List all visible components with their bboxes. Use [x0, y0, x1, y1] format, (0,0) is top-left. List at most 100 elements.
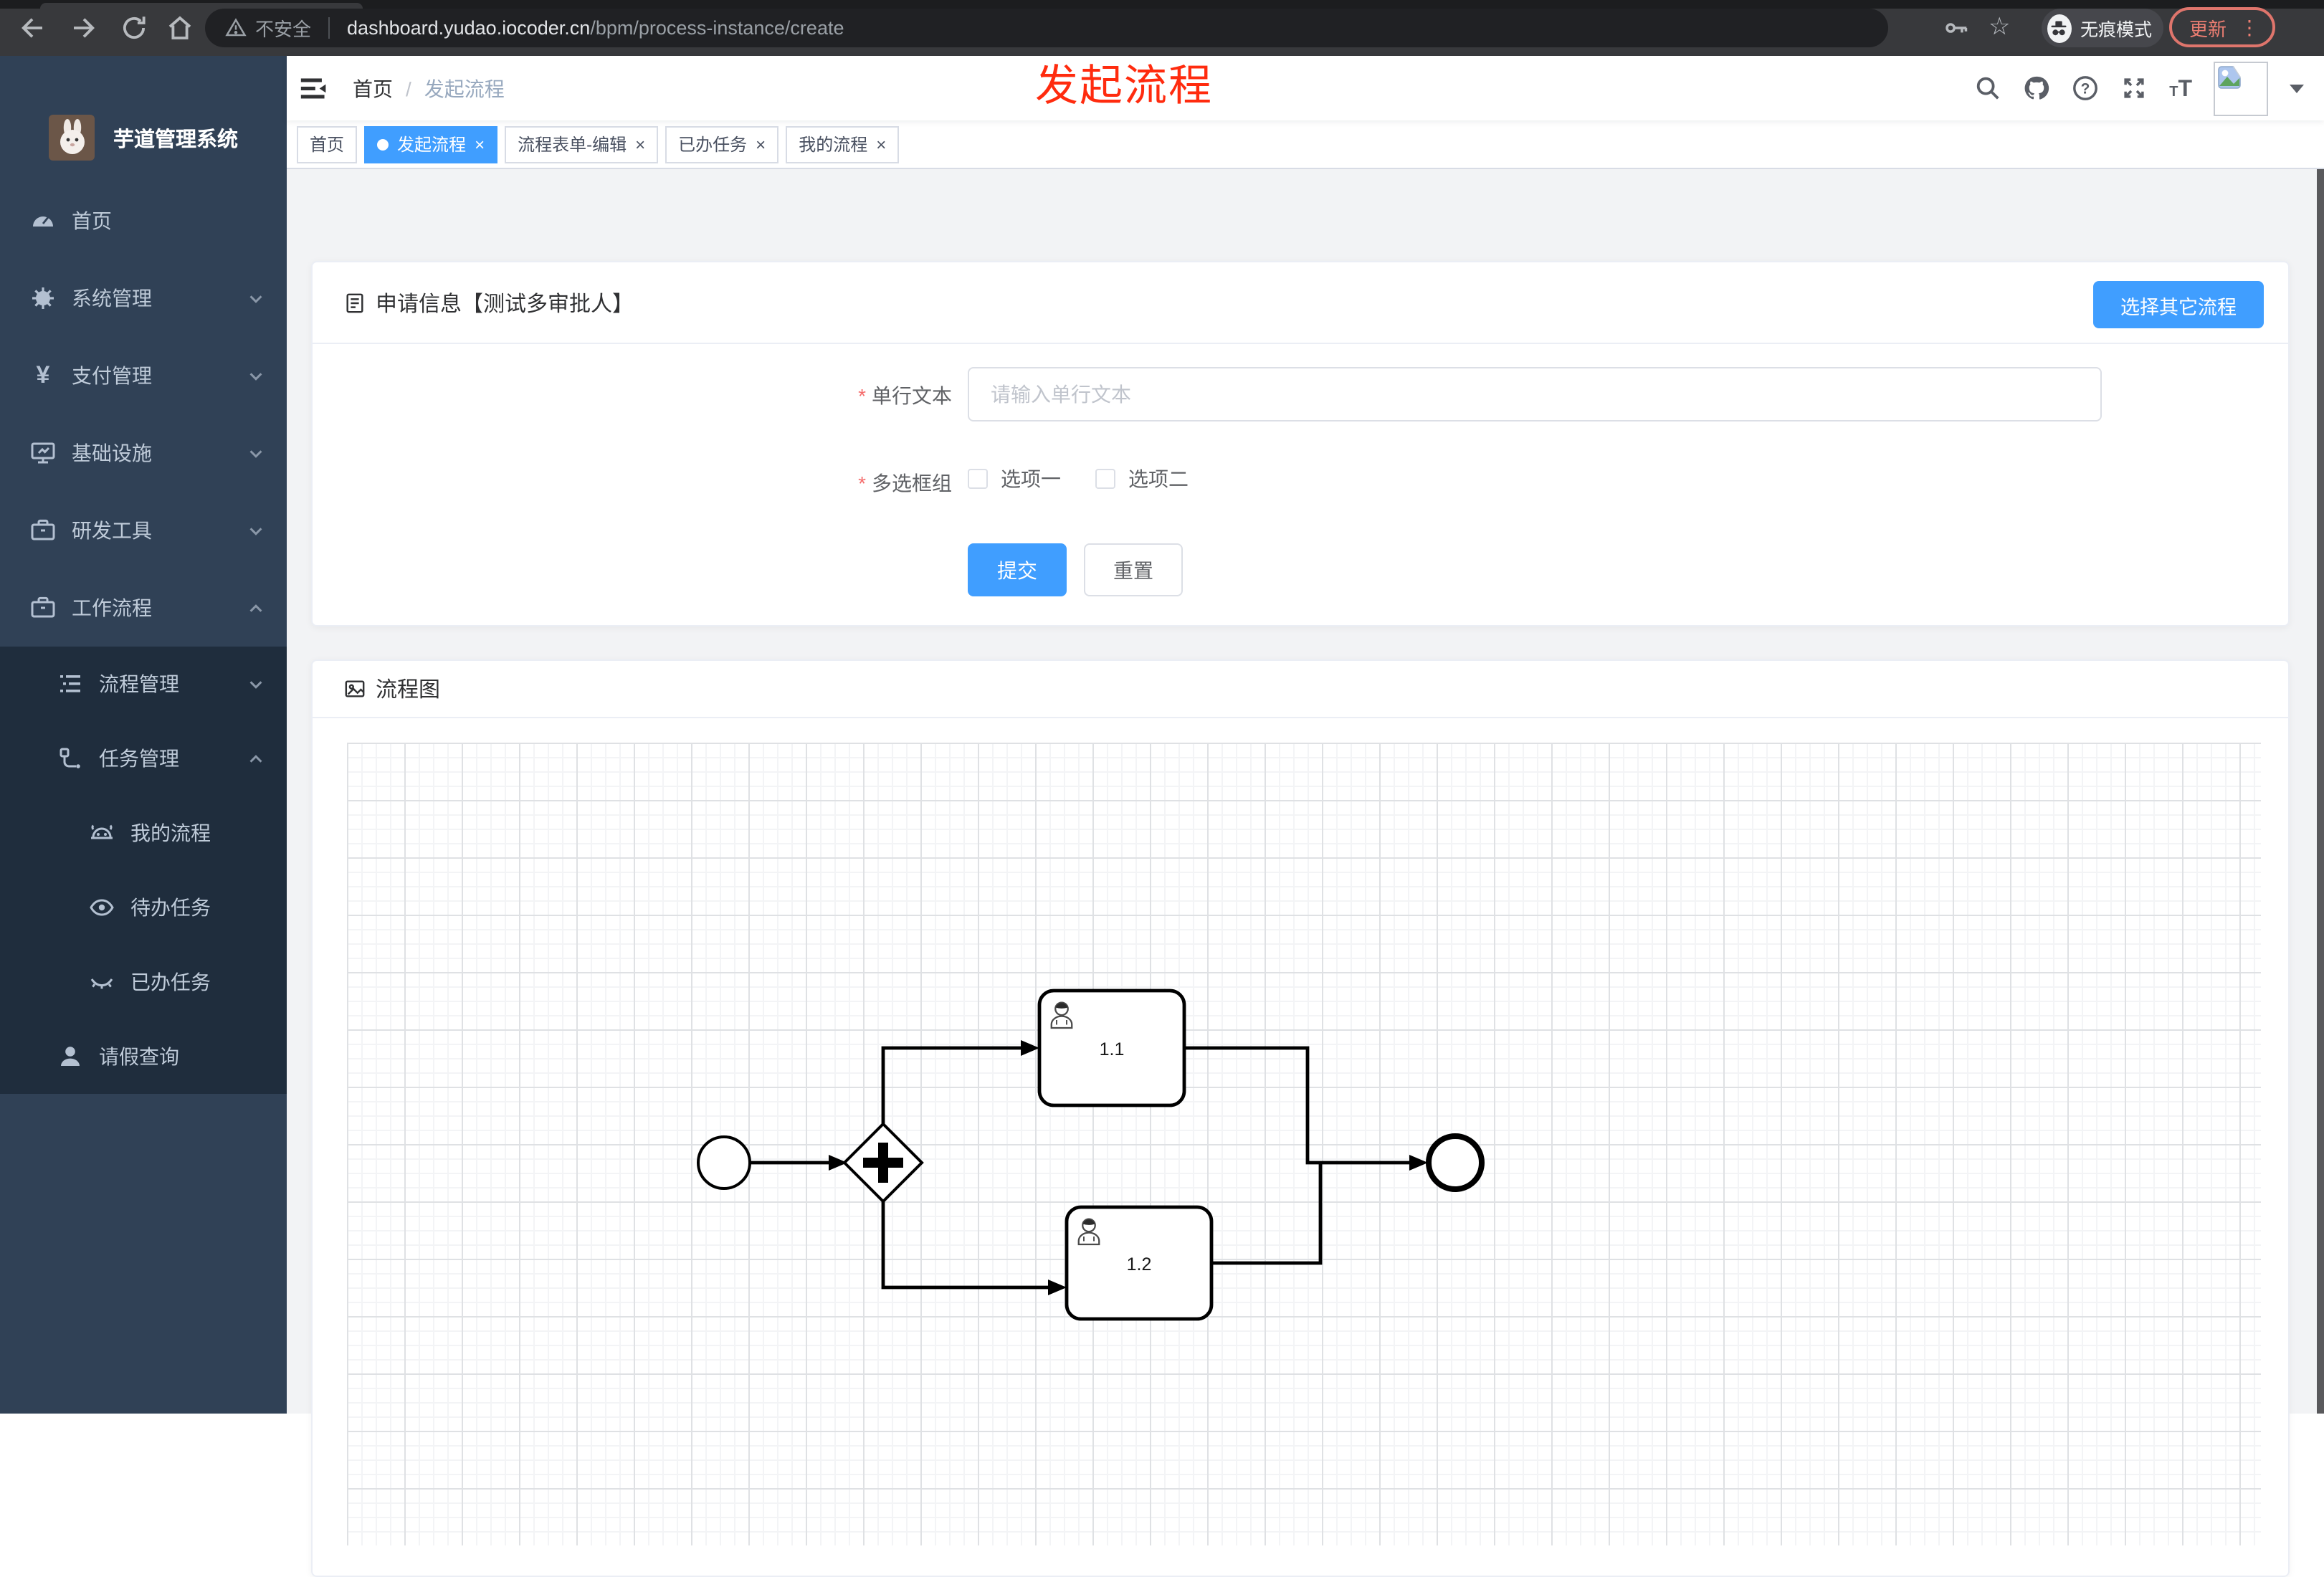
tab-my-process[interactable]: 我的流程 ×	[786, 125, 900, 163]
broken-image-icon	[2218, 65, 2242, 88]
browser-update-button[interactable]: 更新 ⋮	[2169, 7, 2276, 47]
close-icon[interactable]: ×	[635, 135, 645, 153]
font-size-icon[interactable]: TT	[2169, 75, 2192, 102]
sidebar-item-todo-tasks[interactable]: 待办任务	[0, 870, 287, 945]
help-icon[interactable]: ?	[2072, 75, 2099, 102]
sidebar-item-label: 任务管理	[99, 747, 179, 770]
font-size-big-t: T	[2178, 77, 2192, 102]
eye-closed-icon	[89, 969, 115, 995]
sidebar-collapse-icon[interactable]	[300, 74, 328, 103]
not-secure-warning-icon	[225, 18, 247, 37]
bpmn-diagram: 1.1 1.2	[697, 988, 1485, 1321]
checkbox-icon[interactable]	[1095, 469, 1115, 489]
image-icon	[345, 680, 365, 697]
tab-home[interactable]: 首页	[297, 125, 358, 163]
main-area: 首页 / 发起流程 ? T T 首页 发起流程 × 流程表单-编辑 × 已办任务…	[287, 56, 2324, 1577]
font-size-small-t: T	[2169, 85, 2178, 100]
password-key-icon[interactable]	[1943, 14, 1970, 42]
checkbox-option-1[interactable]: 选项一	[968, 464, 1061, 493]
reset-button[interactable]: 重置	[1084, 543, 1183, 596]
browser-tab[interactable]	[40, 3, 363, 9]
close-icon[interactable]: ×	[475, 135, 485, 153]
sidebar-item-label: 待办任务	[130, 896, 211, 919]
workflow-submenu: 流程管理 任务管理 我的流程 待办任务 已办任务 请假查询	[0, 647, 287, 1094]
task-label: 1.1	[1100, 1039, 1125, 1059]
update-label: 更新	[2189, 18, 2227, 39]
address-bar[interactable]: 不安全 dashboard.yudao.iocoder.cn/bpm/proce…	[205, 9, 1888, 47]
checkbox-group: 选项一 选项二	[968, 464, 1189, 493]
flow-diagram-header: 流程图	[313, 661, 2288, 718]
app-frame: 芋道管理系统 首页 系统管理 ¥ 支付管理 基础设施 研发工具 工作流程 流程管…	[0, 56, 2324, 1577]
sidebar-item-done-tasks[interactable]: 已办任务	[0, 945, 287, 1019]
page-scrollbar-thumb[interactable]	[2317, 139, 2324, 1414]
sidebar-item-task-management[interactable]: 任务管理	[0, 721, 287, 796]
close-icon[interactable]: ×	[756, 135, 766, 153]
start-event[interactable]	[697, 1135, 751, 1190]
page-scrollbar-track[interactable]	[2317, 56, 2324, 1414]
sidebar-item-label: 工作流程	[72, 596, 152, 619]
tab-start-process[interactable]: 发起流程 ×	[364, 125, 498, 163]
reload-icon[interactable]	[119, 13, 149, 43]
sidebar-item-label: 流程管理	[99, 672, 179, 695]
sidebar-item-workflow[interactable]: 工作流程	[0, 569, 287, 647]
checkbox-icon[interactable]	[968, 469, 988, 489]
sidebar-item-label: 支付管理	[72, 364, 152, 387]
back-icon[interactable]	[17, 13, 47, 43]
sidebar-item-infrastructure[interactable]: 基础设施	[0, 414, 287, 492]
dashboard-icon	[30, 208, 56, 234]
incognito-label: 无痕模式	[2080, 20, 2152, 40]
bpmn-canvas[interactable]: 1.1 1.2	[347, 743, 2261, 1545]
required-mark: *	[858, 472, 866, 495]
bookmark-star-icon[interactable]: ☆	[1989, 13, 2011, 42]
monitor-icon	[30, 440, 56, 466]
tab-form-edit[interactable]: 流程表单-编辑 ×	[505, 125, 659, 163]
sidebar-item-label: 已办任务	[130, 971, 211, 994]
route-icon	[57, 745, 83, 771]
apply-info-header: 申请信息【测试多审批人】	[313, 262, 2288, 344]
url-separator	[328, 17, 330, 39]
submit-button[interactable]: 提交	[968, 543, 1067, 596]
checkbox-field-label-text: 多选框组	[872, 472, 952, 495]
sidebar-item-process-management[interactable]: 流程管理	[0, 647, 287, 721]
eye-open-icon	[89, 895, 115, 920]
navbar-actions: ? TT	[1974, 61, 2304, 115]
tags-view-bar: 首页 发起流程 × 流程表单-编辑 × 已办任务 × 我的流程 ×	[287, 120, 2324, 169]
tab-done-tasks[interactable]: 已办任务 ×	[665, 125, 779, 163]
toolbox-icon	[30, 518, 56, 543]
sidebar-item-home[interactable]: 首页	[0, 182, 287, 259]
sidebar-logo-row[interactable]: 芋道管理系统	[0, 56, 287, 182]
close-icon[interactable]: ×	[876, 135, 886, 153]
checkbox-option-2[interactable]: 选项二	[1095, 464, 1189, 493]
user-task-2[interactable]: 1.2	[1065, 1205, 1214, 1321]
sidebar-item-system[interactable]: 系统管理	[0, 259, 287, 337]
text-field-label: * 单行文本	[313, 381, 952, 410]
task-label: 1.2	[1127, 1254, 1152, 1275]
forward-icon[interactable]	[69, 13, 99, 43]
breadcrumb-separator: /	[406, 77, 411, 100]
page-content: 申请信息【测试多审批人】 选择其它流程 * 单行文本 * 多选框组 选项一	[287, 169, 2324, 1577]
sidebar-menu: 首页 系统管理 ¥ 支付管理 基础设施 研发工具 工作流程 流程管理 任务管理 …	[0, 182, 287, 1094]
user-task-1[interactable]: 1.1	[1037, 988, 1186, 1107]
sidebar-item-payment[interactable]: ¥ 支付管理	[0, 337, 287, 414]
breadcrumb-home[interactable]: 首页	[353, 74, 393, 103]
url-path: /bpm/process-instance/create	[590, 17, 844, 39]
sidebar-item-my-process[interactable]: 我的流程	[0, 796, 287, 870]
end-event[interactable]	[1426, 1133, 1485, 1192]
sidebar-item-label: 请假查询	[99, 1045, 179, 1068]
chevron-down-icon	[247, 521, 265, 540]
apply-info-title: 申请信息【测试多审批人】	[376, 292, 634, 316]
avatar-caret-down-icon[interactable]	[2290, 84, 2304, 92]
github-icon[interactable]	[2023, 75, 2050, 102]
tab-label: 流程表单-编辑	[518, 135, 627, 155]
search-icon[interactable]	[1974, 75, 2001, 102]
home-icon[interactable]	[165, 13, 195, 43]
browser-menu-dots-icon[interactable]: ⋮	[2239, 15, 2259, 39]
parallel-gateway[interactable]	[842, 1122, 924, 1204]
single-line-text-input[interactable]	[968, 367, 2102, 421]
avatar[interactable]	[2214, 61, 2268, 115]
sidebar-item-leave-query[interactable]: 请假查询	[0, 1019, 287, 1094]
fullscreen-icon[interactable]	[2120, 75, 2148, 102]
sidebar-item-devtools[interactable]: 研发工具	[0, 492, 287, 569]
choose-other-process-button[interactable]: 选择其它流程	[2093, 281, 2264, 328]
yen-icon: ¥	[36, 361, 50, 389]
